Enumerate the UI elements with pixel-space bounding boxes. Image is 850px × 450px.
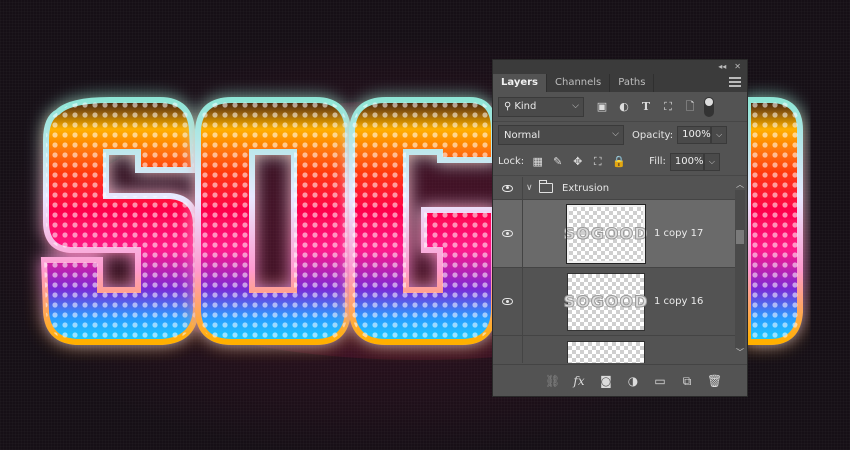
filter-row: ⚲ Kind ⌵ ▣ ◐ T ⛶ 🗋 — [493, 92, 747, 122]
layer-name: Extrusion — [562, 182, 610, 194]
blend-row: Normal ⌵ Opacity: 100% ⌵ — [493, 122, 747, 148]
fill-dropdown-icon[interactable]: ⌵ — [703, 152, 720, 171]
lock-artboard-icon[interactable]: ⛶ — [592, 156, 603, 167]
layer-row-partial[interactable] — [493, 336, 735, 363]
tab-layers[interactable]: Layers — [493, 74, 547, 92]
visibility-toggle[interactable] — [493, 268, 523, 335]
new-group-icon[interactable]: ▭ — [653, 374, 667, 388]
layer-name: 1 copy 17 — [654, 228, 704, 239]
fx-icon[interactable]: fx — [572, 374, 586, 388]
panel-title-bar: ◂◂ ✕ — [493, 60, 747, 72]
blend-mode-select[interactable]: Normal ⌵ — [498, 125, 624, 145]
tab-channels[interactable]: Channels — [547, 74, 611, 92]
lock-all-icon[interactable]: 🔒 — [612, 156, 626, 167]
layer-row-selected[interactable]: SOGOOD 1 copy 17 — [493, 200, 735, 268]
eye-icon — [502, 184, 513, 192]
add-mask-icon[interactable]: ◙ — [599, 374, 613, 388]
chevron-down-icon: ⌵ — [572, 100, 579, 111]
chevron-down-icon[interactable]: ∨ — [526, 183, 536, 193]
smart-object-filter-icon[interactable]: 🗋 — [684, 100, 696, 113]
blend-mode-value: Normal — [504, 129, 541, 141]
fill-field[interactable]: 100% — [669, 152, 704, 171]
search-icon: ⚲ — [504, 101, 512, 112]
layer-thumbnail — [567, 341, 645, 363]
fill-label: Fill: — [649, 156, 666, 167]
panel-tabs: Layers Channels Paths — [493, 72, 747, 92]
thumbnail-text: SOGOOD — [563, 292, 649, 312]
folder-icon — [538, 180, 553, 193]
layer-thumbnail: SOGOOD — [563, 272, 648, 331]
layers-scrollbar[interactable]: ︿ ﹀ — [735, 180, 745, 360]
filter-kind-value: Kind — [514, 101, 537, 112]
tab-paths[interactable]: Paths — [610, 74, 655, 92]
type-filter-icon[interactable]: T — [640, 100, 652, 113]
lock-label: Lock: — [498, 156, 525, 167]
double-chevron-icon[interactable]: ◂◂ — [718, 62, 726, 71]
link-layers-icon[interactable]: ⛓ — [545, 374, 560, 388]
image-filter-icon[interactable]: ▣ — [596, 100, 608, 113]
lock-row: Lock: ▦ ✎ ✥ ⛶ 🔒 Fill: 100% ⌵ — [493, 148, 747, 176]
chevron-up-icon[interactable]: ︿ — [735, 180, 745, 190]
scroll-thumb[interactable] — [736, 230, 744, 244]
lock-position-icon[interactable]: ✥ — [572, 156, 583, 167]
panel-menu-icon[interactable] — [729, 75, 741, 87]
opacity-dropdown-icon[interactable]: ⌵ — [711, 126, 728, 144]
filter-toggle[interactable] — [704, 96, 714, 117]
visibility-toggle[interactable] — [493, 200, 523, 267]
lock-transparent-icon[interactable]: ▦ — [532, 156, 543, 167]
lock-pixels-icon[interactable]: ✎ — [552, 156, 563, 167]
layers-panel: ◂◂ ✕ Layers Channels Paths ⚲ Kind ⌵ ▣ ◐ … — [492, 59, 748, 397]
layers-list: ∨ Extrusion SOGOOD 1 copy 17 SOGOOD 1 co… — [493, 177, 735, 363]
panel-bottom-bar: ⛓ fx ◙ ◑ ▭ ⧉ 🗑 — [493, 364, 747, 396]
visibility-toggle[interactable] — [493, 177, 523, 199]
layer-thumbnail: SOGOOD — [563, 203, 648, 264]
layer-row[interactable]: SOGOOD 1 copy 16 — [493, 268, 735, 336]
visibility-toggle[interactable] — [493, 336, 523, 363]
shape-filter-icon[interactable]: ⛶ — [662, 100, 674, 113]
thumbnail-text: SOGOOD — [563, 224, 649, 244]
letter-s — [40, 97, 199, 345]
trash-icon[interactable]: 🗑 — [707, 374, 722, 388]
adjustment-filter-icon[interactable]: ◐ — [618, 100, 630, 113]
adjustment-layer-icon[interactable]: ◑ — [626, 374, 640, 388]
layer-name: 1 copy 16 — [654, 296, 704, 307]
eye-icon — [502, 230, 513, 237]
layer-group-extrusion[interactable]: ∨ Extrusion — [493, 177, 735, 200]
opacity-label: Opacity: — [632, 129, 674, 141]
opacity-field[interactable]: 100% — [677, 126, 712, 144]
filter-kind-select[interactable]: ⚲ Kind ⌵ — [498, 96, 584, 117]
chevron-down-icon: ⌵ — [612, 129, 619, 139]
chevron-down-icon[interactable]: ﹀ — [735, 348, 745, 358]
close-icon[interactable]: ✕ — [734, 62, 741, 71]
new-layer-icon[interactable]: ⧉ — [680, 374, 694, 388]
eye-icon — [502, 298, 513, 305]
letter-d-partial — [745, 97, 803, 345]
letter-g — [349, 97, 497, 345]
